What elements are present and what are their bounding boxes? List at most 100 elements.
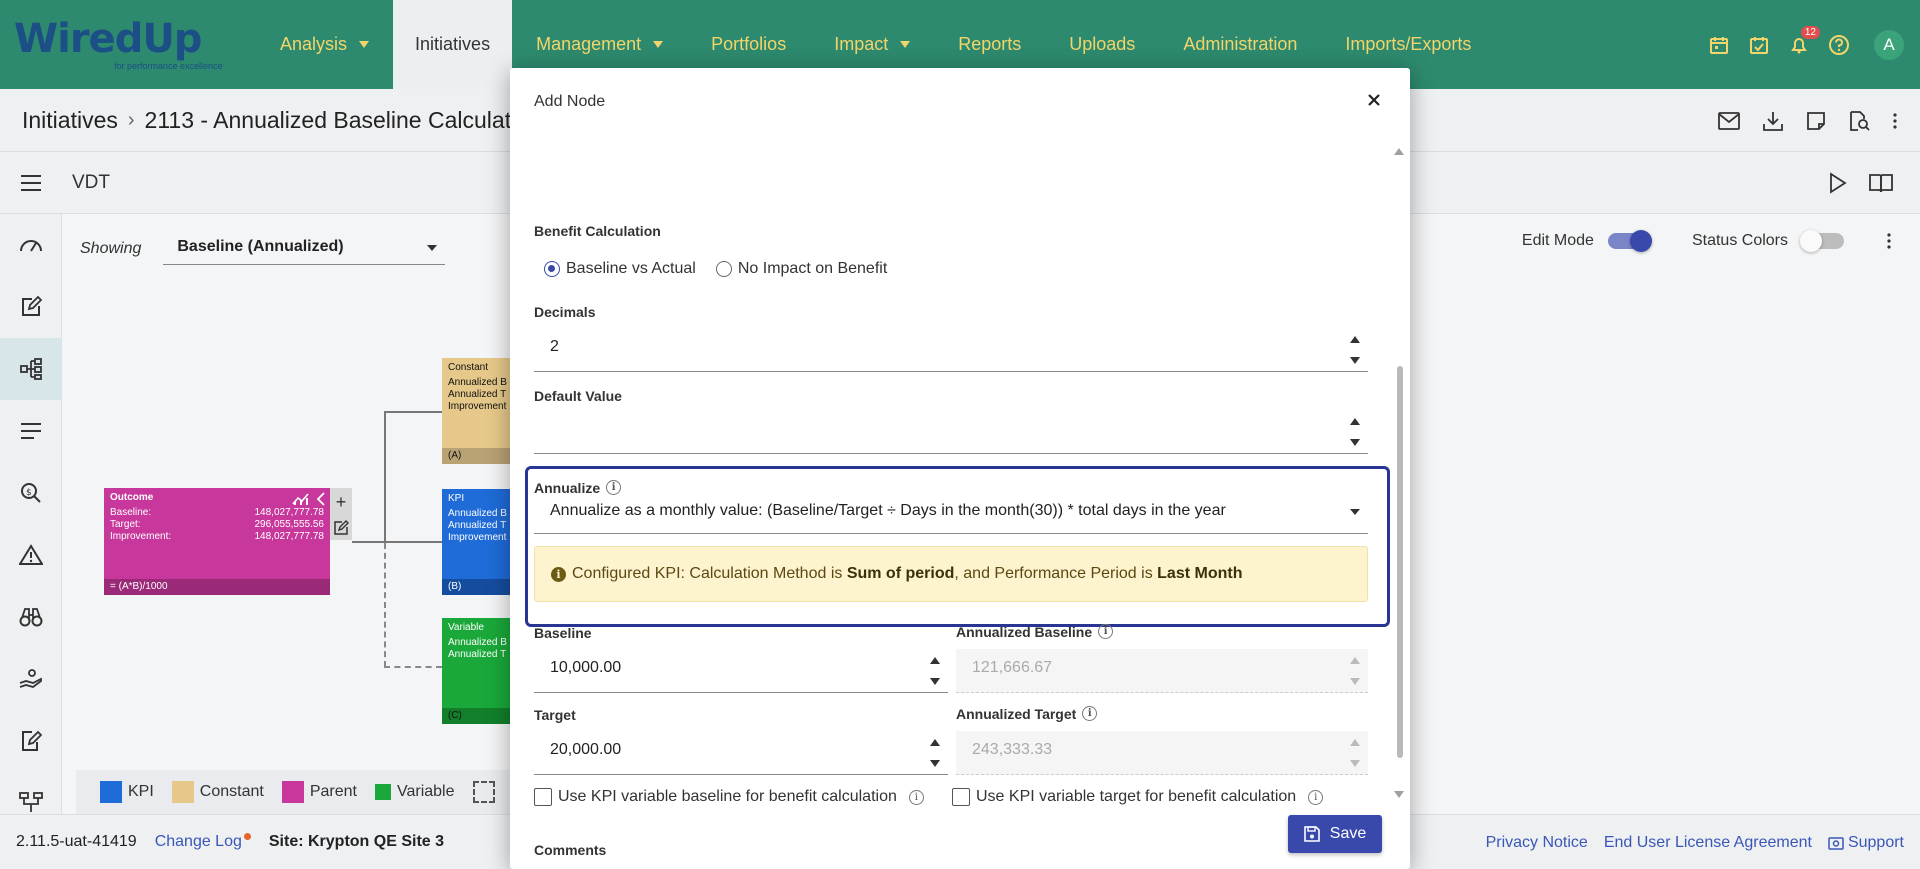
save-label: Save bbox=[1329, 825, 1367, 842]
more-vertical-icon[interactable] bbox=[1892, 111, 1898, 131]
gauge-icon bbox=[20, 240, 42, 252]
save-button[interactable]: Save bbox=[1288, 815, 1382, 853]
binoculars-icon bbox=[19, 608, 43, 627]
annualize-dropdown[interactable]: Annualize as a monthly value: (Baseline/… bbox=[534, 490, 1368, 534]
save-icon bbox=[1303, 826, 1320, 842]
use-kpi-baseline-option[interactable]: Use KPI variable baseline for benefit ca… bbox=[534, 788, 924, 806]
rail-vdt[interactable] bbox=[0, 338, 62, 400]
vdt-actions bbox=[1826, 152, 1894, 214]
info-icon[interactable]: i bbox=[908, 789, 924, 805]
showing-dropdown[interactable]: Baseline (Annualized) bbox=[163, 232, 446, 265]
rail-risks[interactable] bbox=[0, 524, 62, 586]
rail-dashboard[interactable] bbox=[0, 214, 62, 276]
chart-icon[interactable] bbox=[292, 492, 312, 506]
nav-label: Imports/Exports bbox=[1345, 34, 1472, 54]
scroll-up-arrow[interactable] bbox=[1394, 148, 1404, 155]
label-text: Annualized Target bbox=[956, 706, 1077, 722]
more-vertical-icon[interactable] bbox=[1886, 232, 1892, 250]
radio-no-impact[interactable]: No Impact on Benefit bbox=[715, 260, 887, 278]
edit-mode-label: Edit Mode bbox=[1521, 232, 1594, 249]
download-icon[interactable] bbox=[1762, 110, 1784, 132]
benefit-calculation-options: Baseline vs Actual No Impact on Benefit bbox=[544, 260, 887, 278]
spinner-up-arrow[interactable] bbox=[1350, 336, 1360, 343]
number-spinner[interactable] bbox=[1350, 418, 1360, 446]
scroll-down-arrow[interactable] bbox=[1394, 791, 1404, 798]
note-icon[interactable] bbox=[1806, 111, 1826, 131]
rail-list[interactable] bbox=[0, 400, 62, 462]
book-icon[interactable] bbox=[1868, 172, 1894, 194]
status-colors-toggle[interactable] bbox=[1800, 230, 1844, 252]
rail-review[interactable] bbox=[0, 586, 62, 648]
spinner-up-arrow[interactable] bbox=[930, 657, 940, 664]
decimals-input[interactable]: 2 bbox=[534, 328, 1368, 372]
privacy-notice-link[interactable]: Privacy Notice bbox=[1486, 834, 1588, 852]
legend-item-parent: Parent bbox=[281, 781, 357, 803]
bell-icon[interactable]: 12 bbox=[1786, 25, 1820, 58]
document-search-icon[interactable] bbox=[1848, 110, 1870, 132]
spinner-up-arrow[interactable] bbox=[930, 739, 940, 746]
user-avatar[interactable]: A bbox=[1874, 29, 1904, 60]
eula-link[interactable]: End User License Agreement bbox=[1604, 834, 1812, 852]
support-link[interactable]: Support bbox=[1828, 834, 1904, 852]
scroll-thumb[interactable] bbox=[1397, 366, 1403, 758]
radio-baseline-vs-actual[interactable]: Baseline vs Actual bbox=[544, 260, 696, 278]
rail-edit[interactable] bbox=[0, 276, 62, 338]
number-spinner[interactable] bbox=[1350, 336, 1360, 364]
close-icon[interactable] bbox=[1364, 90, 1384, 110]
checkbox[interactable] bbox=[534, 788, 552, 806]
spinner-down-arrow[interactable] bbox=[930, 760, 940, 767]
spinner-down-arrow[interactable] bbox=[1350, 439, 1360, 446]
checkbox-label: Use KPI variable baseline for benefit ca… bbox=[558, 788, 897, 805]
chevron-down-icon bbox=[900, 41, 911, 48]
use-kpi-target-option[interactable]: Use KPI variable target for benefit calc… bbox=[952, 788, 1324, 806]
connector-dashed-line bbox=[384, 543, 386, 667]
play-icon[interactable] bbox=[1826, 172, 1848, 194]
dialog-body: Benefit Calculation Baseline vs Actual N… bbox=[525, 148, 1390, 863]
legend-label: Variable bbox=[396, 783, 455, 800]
nav-label: Uploads bbox=[1069, 34, 1136, 54]
spinner-down-arrow[interactable] bbox=[1350, 357, 1360, 364]
edit-mode-toggle[interactable] bbox=[1607, 230, 1652, 252]
row-label: Improvement: bbox=[110, 531, 172, 542]
legend-swatch bbox=[374, 784, 391, 800]
baseline-input[interactable]: 10,000.00 bbox=[534, 649, 948, 693]
outcome-node[interactable]: Outcome Baseline: 148,027,777.78 Target: 2… bbox=[104, 488, 330, 595]
email-icon[interactable] bbox=[1718, 111, 1740, 130]
spinner-down-arrow[interactable] bbox=[930, 678, 940, 685]
info-icon[interactable]: i bbox=[1098, 624, 1114, 639]
showing-label: Showing bbox=[80, 239, 142, 257]
info-icon[interactable]: i bbox=[1082, 706, 1098, 721]
number-spinner[interactable] bbox=[930, 657, 940, 685]
connector-dashed-line bbox=[384, 666, 442, 668]
edit-icon[interactable] bbox=[333, 519, 349, 536]
add-node-dialog: Add Node Benefit Calculation Baseline vs… bbox=[510, 68, 1410, 869]
rail-benefits[interactable] bbox=[0, 648, 62, 710]
dialog-header: Add Node bbox=[510, 68, 1410, 136]
calendar-icon[interactable] bbox=[1706, 32, 1732, 58]
hamburger-menu-icon[interactable] bbox=[0, 174, 62, 192]
add-icon[interactable]: + bbox=[336, 493, 347, 511]
chevron-left-icon[interactable] bbox=[316, 492, 326, 506]
toggle-knob bbox=[1629, 230, 1652, 252]
change-log-link[interactable]: Change Log bbox=[155, 833, 251, 851]
alert-period: Last Month bbox=[1157, 565, 1243, 582]
checkbox[interactable] bbox=[952, 788, 970, 806]
dialog-scrollbar[interactable] bbox=[1394, 148, 1404, 798]
nav-analysis[interactable]: Analysis bbox=[256, 0, 393, 89]
spinner-up-arrow[interactable] bbox=[1350, 418, 1360, 425]
help-icon[interactable] bbox=[1826, 32, 1852, 58]
nav-initiatives[interactable]: Initiatives bbox=[393, 0, 513, 89]
nav-label: Administration bbox=[1183, 34, 1298, 54]
number-spinner[interactable] bbox=[930, 739, 940, 767]
rail-finance-search[interactable]: $ bbox=[0, 462, 62, 524]
svg-text:$: $ bbox=[26, 488, 32, 498]
breadcrumb-root[interactable]: Initiatives bbox=[22, 107, 118, 134]
info-icon[interactable]: i bbox=[1308, 789, 1324, 805]
connector-line bbox=[384, 411, 442, 413]
legend-label: KPI bbox=[128, 783, 154, 800]
target-input[interactable]: 20,000.00 bbox=[534, 731, 948, 775]
wiredup-logo[interactable]: WiredUp for performance excellence bbox=[0, 0, 256, 89]
default-value-input[interactable] bbox=[534, 410, 1368, 454]
rail-sign-off[interactable] bbox=[0, 710, 62, 772]
calendar-check-icon[interactable] bbox=[1746, 32, 1772, 58]
